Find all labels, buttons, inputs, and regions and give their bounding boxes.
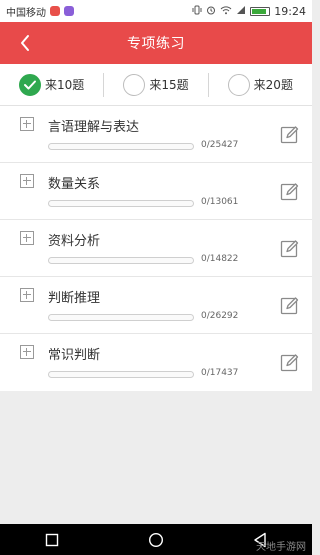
category-title: 常识判断 <box>48 348 101 363</box>
vibrate-icon <box>192 5 202 18</box>
notification-app-icon <box>64 6 74 16</box>
list-item[interactable]: 言语理解与表达 0/25427 <box>0 106 312 163</box>
progress-count: 0/26292 <box>201 311 239 321</box>
progress-count: 0/13061 <box>201 197 239 207</box>
expand-icon[interactable] <box>20 288 34 302</box>
count-option-20[interactable]: 来20题 <box>209 64 312 105</box>
progress-bar <box>48 143 194 150</box>
progress-bar <box>48 371 194 378</box>
count-option-10[interactable]: 来10题 <box>0 64 103 105</box>
chevron-left-icon <box>21 35 29 51</box>
edit-icon <box>280 183 299 201</box>
progress-count: 0/17437 <box>201 368 239 378</box>
edit-icon <box>280 240 299 258</box>
edit-button[interactable] <box>279 123 301 145</box>
watermark: 天地手游网 <box>256 542 306 553</box>
wifi-icon <box>220 5 232 18</box>
carrier-name: 中国移动 <box>6 7 46 19</box>
progress-count: 0/25427 <box>201 140 239 150</box>
edit-icon <box>280 126 299 144</box>
header: 专项练习 <box>0 22 312 64</box>
count-option-label: 来20题 <box>253 78 293 92</box>
battery-level <box>252 8 266 14</box>
radio-button[interactable] <box>19 73 42 96</box>
category-title: 资料分析 <box>48 234 101 249</box>
system-nav-bar: 天地手游网 <box>0 524 312 555</box>
edit-button[interactable] <box>279 294 301 316</box>
category-title: 言语理解与表达 <box>48 120 140 135</box>
count-option-15[interactable]: 来15题 <box>104 64 207 105</box>
radio-button[interactable] <box>227 73 250 96</box>
expand-icon[interactable] <box>20 345 34 359</box>
list-item[interactable]: 常识判断 0/17437 <box>0 334 312 391</box>
category-list: 言语理解与表达 0/25427 数量关系 0/13061 资料分析 0/1482… <box>0 106 312 391</box>
home-button[interactable] <box>136 524 176 555</box>
question-count-selector: 来10题 来15题 来20题 <box>0 64 312 106</box>
signal-icon <box>236 5 246 18</box>
expand-icon[interactable] <box>20 174 34 188</box>
radio-button[interactable] <box>123 73 146 96</box>
progress-bar <box>48 257 194 264</box>
category-title: 判断推理 <box>48 291 101 306</box>
status-left: 中国移动 <box>6 4 74 19</box>
back-button[interactable] <box>10 22 40 64</box>
page-title: 专项练习 <box>127 36 185 52</box>
progress-count: 0/14822 <box>201 254 239 264</box>
notification-app-icon <box>50 6 60 16</box>
status-time: 19:24 <box>274 4 306 18</box>
edit-button[interactable] <box>279 180 301 202</box>
alarm-icon <box>206 5 216 18</box>
check-icon <box>24 80 37 89</box>
list-item[interactable]: 数量关系 0/13061 <box>0 163 312 220</box>
battery-icon <box>250 6 271 16</box>
list-item[interactable]: 资料分析 0/14822 <box>0 220 312 277</box>
expand-icon[interactable] <box>20 231 34 245</box>
count-option-label: 来10题 <box>45 78 85 92</box>
recent-apps-button[interactable] <box>32 524 72 555</box>
recent-apps-icon <box>45 533 59 546</box>
status-bar: 中国移动 19:24 <box>0 0 312 22</box>
edit-button[interactable] <box>279 237 301 259</box>
category-title: 数量关系 <box>48 177 101 192</box>
list-item[interactable]: 判断推理 0/26292 <box>0 277 312 334</box>
edit-icon <box>280 354 299 372</box>
expand-icon[interactable] <box>20 117 34 131</box>
edit-icon <box>280 297 299 315</box>
progress-bar <box>48 200 194 207</box>
status-right: 19:24 <box>192 5 306 18</box>
edit-button[interactable] <box>279 351 301 373</box>
home-icon <box>148 532 164 547</box>
count-option-label: 来15题 <box>149 78 189 92</box>
progress-bar <box>48 314 194 321</box>
